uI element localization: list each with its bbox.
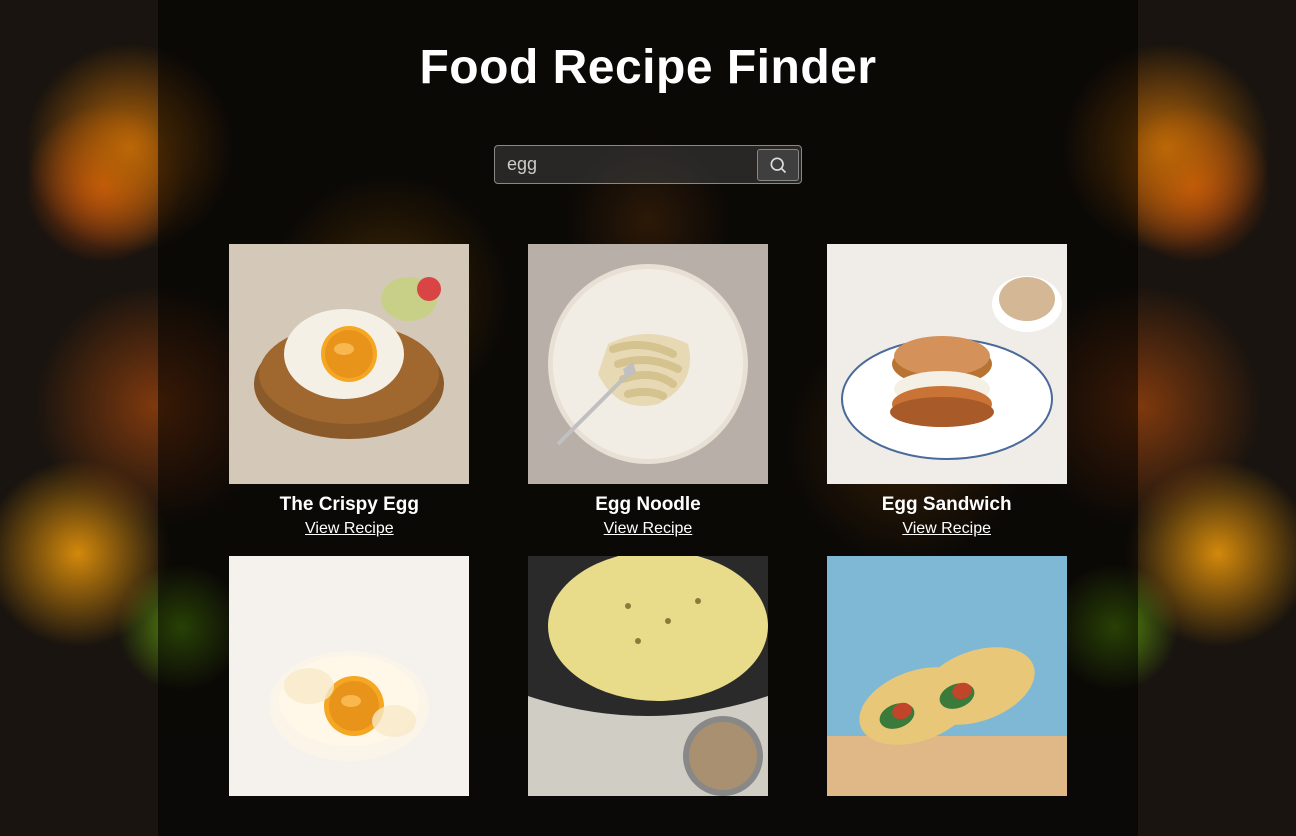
recipe-title: The Crispy Egg xyxy=(280,494,419,516)
view-recipe-link[interactable]: View Recipe xyxy=(902,520,991,538)
search-wrapper xyxy=(494,145,802,184)
recipe-card xyxy=(825,556,1068,796)
recipe-image xyxy=(229,244,469,484)
recipe-image xyxy=(528,244,768,484)
main-container: Food Recipe Finder xyxy=(158,0,1138,836)
recipe-title: Egg Noodle xyxy=(595,494,701,516)
page-title: Food Recipe Finder xyxy=(158,0,1138,145)
view-recipe-link[interactable]: View Recipe xyxy=(305,520,394,538)
search-input[interactable] xyxy=(495,146,755,183)
search-button[interactable] xyxy=(757,149,799,181)
recipe-card xyxy=(527,556,770,796)
view-recipe-link[interactable]: View Recipe xyxy=(604,520,693,538)
recipe-grid: The Crispy Egg View Recipe xyxy=(158,244,1138,796)
search-container xyxy=(158,145,1138,184)
recipe-image xyxy=(827,556,1067,796)
recipe-card: Egg Sandwich View Recipe xyxy=(825,244,1068,538)
recipe-image xyxy=(827,244,1067,484)
recipe-card: The Crispy Egg View Recipe xyxy=(228,244,471,538)
recipe-title: Egg Sandwich xyxy=(882,494,1012,516)
recipe-image xyxy=(229,556,469,796)
recipe-card xyxy=(228,556,471,796)
search-icon xyxy=(768,155,788,175)
recipe-card: Egg Noodle View Recipe xyxy=(527,244,770,538)
recipe-image xyxy=(528,556,768,796)
